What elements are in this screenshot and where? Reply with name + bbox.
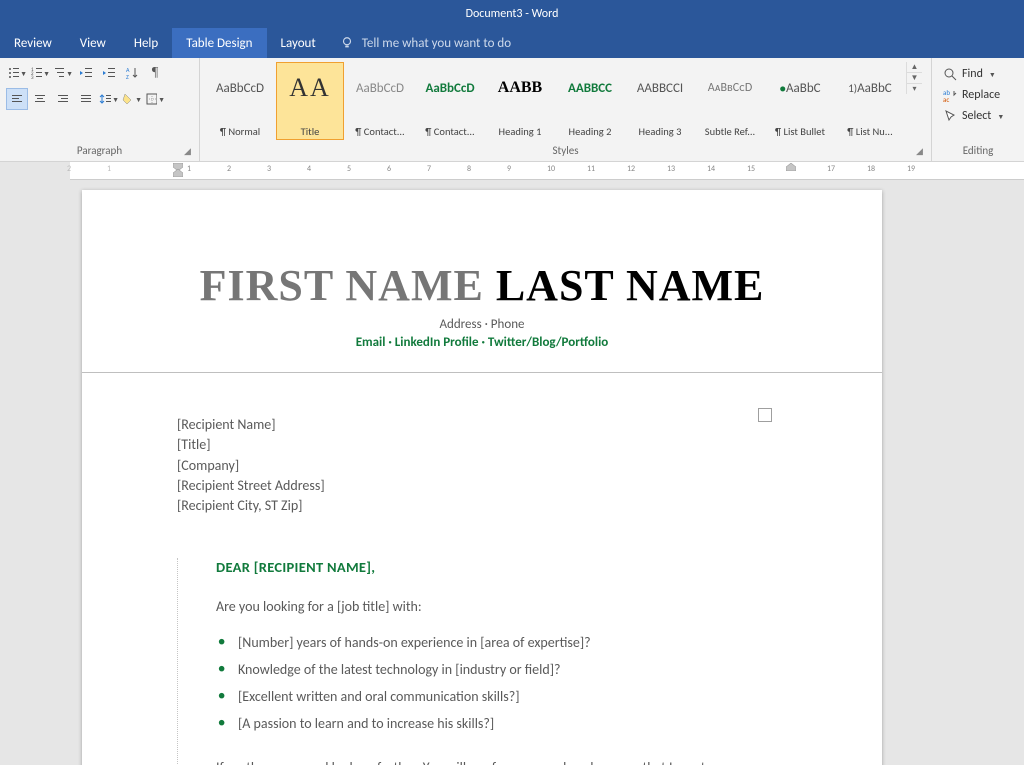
ribbon-tabs: Review View Help Table Design Layout Tel… — [0, 28, 1024, 58]
horizontal-ruler[interactable]: 2112345678910111213141516171819 — [70, 162, 1024, 180]
styles-gallery[interactable]: AaBbCcD¶ NormalAATitleAaBbCcD¶ Contact..… — [206, 62, 904, 140]
style-heading-3[interactable]: AABBCCIHeading 3 — [626, 62, 694, 140]
align-left-button[interactable] — [6, 88, 28, 110]
styles-expand[interactable]: ▾ — [907, 84, 922, 94]
tell-me-search[interactable]: Tell me what you want to do — [330, 28, 511, 58]
recipient-block[interactable]: [Recipient Name][Title][Company][Recipie… — [177, 415, 787, 516]
group-styles: AaBbCcD¶ NormalAATitleAaBbCcD¶ Contact..… — [200, 58, 932, 161]
replace-icon: abac — [943, 88, 957, 102]
lightbulb-icon — [340, 36, 354, 50]
bullet-list[interactable]: [Number] years of hands-on experience in… — [216, 629, 787, 737]
workspace: 2112345678910111213141516171819 6 ✥ FIRS… — [0, 162, 1024, 765]
tab-table-design[interactable]: Table Design — [172, 28, 266, 58]
sort-button[interactable]: AZ — [121, 62, 143, 84]
align-center-button[interactable] — [29, 88, 51, 110]
style---list-bullet[interactable]: ● AaBbC¶ List Bullet — [766, 62, 834, 140]
list-item[interactable]: [Number] years of hands-on experience in… — [216, 629, 787, 656]
doc-contact-line[interactable]: Address · Phone — [177, 317, 787, 332]
group-editing: Find▼ abac Replace Select▼ Editing — [932, 58, 1024, 161]
document-page[interactable]: FIRST NAME LAST NAME Address · Phone Ema… — [82, 190, 882, 765]
style---contact---[interactable]: AaBbCcD¶ Contact... — [346, 62, 414, 140]
decrease-indent-button[interactable] — [75, 62, 97, 84]
bullets-button[interactable]: ▼ — [6, 62, 28, 84]
styles-scroll: ▲ ▼ ▾ — [906, 62, 922, 94]
doc-divider — [82, 372, 882, 373]
first-line-indent-marker[interactable] — [173, 163, 183, 177]
increase-indent-button[interactable] — [98, 62, 120, 84]
window-title: Document3 - Word — [466, 7, 559, 21]
select-button[interactable]: Select▼ — [938, 106, 1018, 126]
style-heading-2[interactable]: AABBCCHeading 2 — [556, 62, 624, 140]
right-indent-marker[interactable] — [786, 163, 796, 171]
svg-text:Z: Z — [126, 73, 129, 80]
doc-body[interactable]: DEAR [RECIPIENT NAME], Are you looking f… — [177, 558, 787, 765]
replace-button[interactable]: abac Replace — [938, 85, 1018, 105]
line-spacing-button[interactable]: ▼ — [98, 88, 120, 110]
title-bar: Document3 - Word — [0, 0, 1024, 28]
tab-layout[interactable]: Layout — [267, 28, 330, 58]
show-marks-button[interactable]: ¶ — [144, 62, 166, 84]
list-item[interactable]: [Excellent written and oral communicatio… — [216, 683, 787, 710]
justify-button[interactable] — [75, 88, 97, 110]
salutation[interactable]: DEAR [RECIPIENT NAME], — [216, 558, 787, 576]
find-button[interactable]: Find▼ — [938, 64, 1018, 84]
table-resize-handle[interactable] — [758, 408, 772, 422]
list-item[interactable]: Knowledge of the latest technology in [i… — [216, 656, 787, 683]
editing-label: Editing — [938, 144, 1018, 159]
intro-text[interactable]: Are you looking for a [job title] with: — [216, 598, 787, 615]
numbering-button[interactable]: 123▼ — [29, 62, 51, 84]
align-right-button[interactable] — [52, 88, 74, 110]
paragraph-dialog-launcher[interactable]: ◢ — [184, 146, 196, 158]
ribbon: ▼ 123▼ ▼ AZ ¶ ▼ ▼ ▼ Paragraph ◢ AaBbCc — [0, 58, 1024, 162]
svg-text:3: 3 — [31, 75, 34, 80]
svg-text:ac: ac — [943, 95, 949, 102]
group-paragraph: ▼ 123▼ ▼ AZ ¶ ▼ ▼ ▼ Paragraph ◢ — [0, 58, 200, 161]
styles-scroll-up[interactable]: ▲ — [907, 62, 922, 73]
tab-review[interactable]: Review — [0, 28, 66, 58]
style---list-nu---[interactable]: 1) AaBbC¶ List Nu... — [836, 62, 904, 140]
style---normal[interactable]: AaBbCcD¶ Normal — [206, 62, 274, 140]
tab-help[interactable]: Help — [120, 28, 172, 58]
paragraph-label: Paragraph — [6, 144, 193, 159]
shading-button[interactable]: ▼ — [121, 88, 143, 110]
doc-name[interactable]: FIRST NAME LAST NAME — [177, 260, 787, 311]
multilevel-list-button[interactable]: ▼ — [52, 62, 74, 84]
style-title[interactable]: AATitle — [276, 62, 344, 140]
list-item[interactable]: [A passion to learn and to increase his … — [216, 710, 787, 737]
select-icon — [943, 109, 957, 123]
style-subtle-ref---[interactable]: AᴀBʙCᴄDSubtle Ref... — [696, 62, 764, 140]
styles-label: Styles — [206, 144, 925, 159]
borders-button[interactable]: ▼ — [144, 88, 166, 110]
find-icon — [943, 67, 957, 81]
closing-text[interactable]: If so, then you need look no further. Yo… — [216, 759, 787, 765]
style---contact---[interactable]: AaBbCcD¶ Contact... — [416, 62, 484, 140]
styles-dialog-launcher[interactable]: ◢ — [916, 146, 928, 158]
styles-scroll-down[interactable]: ▼ — [907, 73, 922, 84]
doc-links-line[interactable]: Email · LinkedIn Profile · Twitter/Blog/… — [177, 335, 787, 350]
style-heading-1[interactable]: AABBHeading 1 — [486, 62, 554, 140]
tab-view[interactable]: View — [66, 28, 120, 58]
